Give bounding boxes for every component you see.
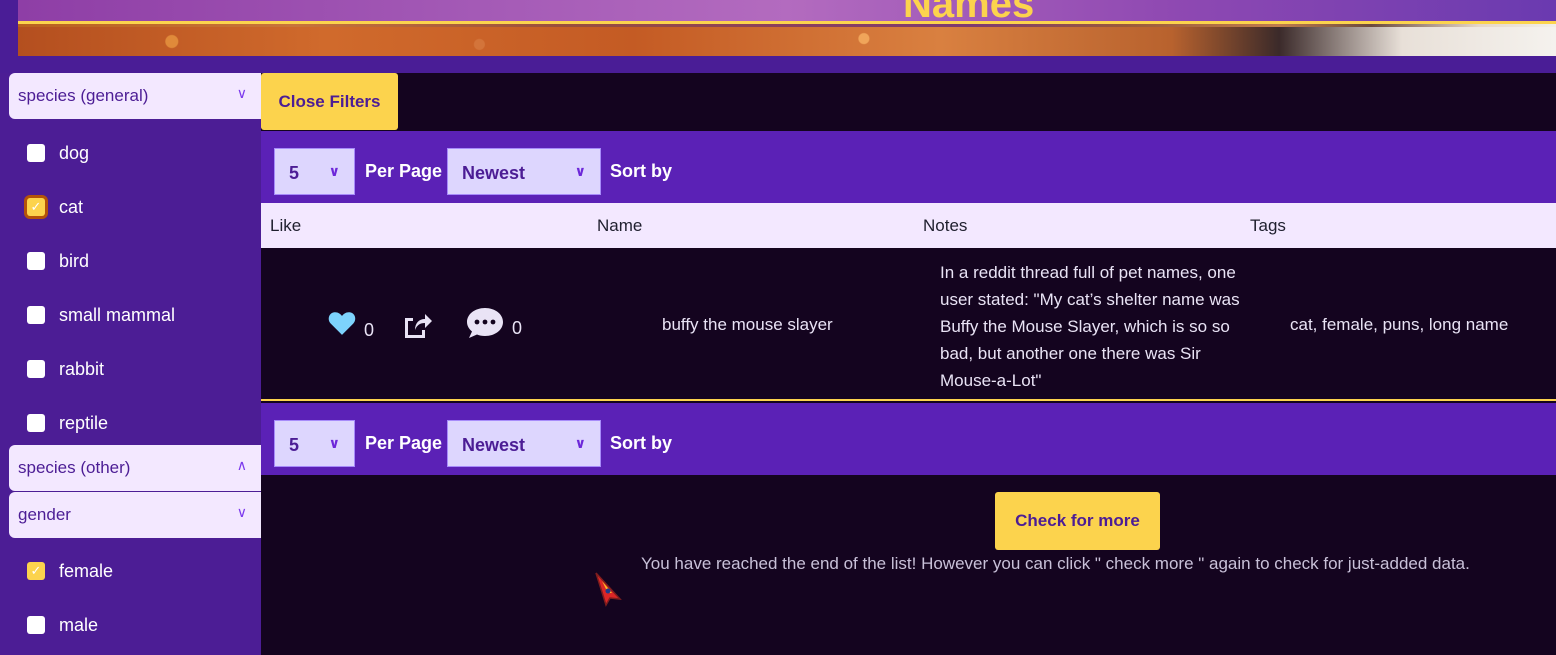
filter-female[interactable]: ✓ female xyxy=(27,556,113,586)
share-icon[interactable] xyxy=(401,310,433,340)
accordion-title: gender xyxy=(18,505,71,524)
checkbox-label: bird xyxy=(59,250,90,271)
table-header: Like Name Notes Tags xyxy=(261,203,1556,248)
filter-rabbit[interactable]: rabbit xyxy=(27,354,104,384)
check-for-more-button[interactable]: Check for more xyxy=(995,492,1160,550)
filters-sidebar: species (general) ∨ dog ✓ cat bird small… xyxy=(0,73,261,655)
chevron-up-icon: ∧ xyxy=(236,457,247,473)
main-content: Close Filters 5 ∨ Per Page Newest ∨ Sort… xyxy=(261,73,1556,655)
accordion-species-general[interactable]: species (general) ∨ xyxy=(9,73,261,119)
checkbox[interactable] xyxy=(27,414,45,432)
filter-bird[interactable]: bird xyxy=(27,246,89,276)
banner-image xyxy=(18,27,1556,56)
checkbox[interactable]: ✓ xyxy=(27,198,45,216)
pet-notes: In a reddit thread full of pet names, on… xyxy=(940,263,1240,390)
close-filters-button[interactable]: Close Filters xyxy=(261,73,398,130)
end-of-list-message: You have reached the end of the list! Ho… xyxy=(641,554,1470,573)
chevron-down-icon: ∨ xyxy=(574,435,586,451)
checkbox[interactable] xyxy=(27,306,45,324)
table-row: 0 0 buffy the mouse slayer In a reddit t… xyxy=(261,248,1556,401)
column-header-like: Like xyxy=(270,216,302,235)
page-title: Names xyxy=(903,0,1035,26)
checkbox[interactable]: ✓ xyxy=(27,562,45,580)
chevron-down-icon: ∨ xyxy=(574,163,586,179)
sort-label: Sort by xyxy=(610,161,673,181)
filter-reptile[interactable]: reptile xyxy=(27,408,108,438)
pagination-toolbar-top: 5 ∨ Per Page Newest ∨ Sort by xyxy=(261,131,1556,203)
heart-icon[interactable] xyxy=(327,310,357,336)
checkbox-label: small mammal xyxy=(59,304,176,325)
sort-select[interactable]: Newest ∨ xyxy=(447,148,601,195)
accordion-gender[interactable]: gender ∨ xyxy=(9,492,261,538)
sort-value: Newest xyxy=(462,163,526,183)
checkbox[interactable] xyxy=(27,360,45,378)
per-page-value: 5 xyxy=(289,163,300,183)
checkbox-label: male xyxy=(59,614,99,635)
per-page-select[interactable]: 5 ∨ xyxy=(274,420,355,467)
checkbox[interactable] xyxy=(27,616,45,634)
sort-value: Newest xyxy=(462,435,526,455)
pagination-toolbar-bottom: 5 ∨ Per Page Newest ∨ Sort by xyxy=(261,403,1556,475)
like-count: 0 xyxy=(364,320,375,340)
checkbox-label: female xyxy=(59,560,114,581)
checkbox-label: rabbit xyxy=(59,358,105,379)
column-header-notes: Notes xyxy=(923,216,968,235)
chevron-down-icon: ∨ xyxy=(328,163,340,179)
accordion-title: species (general) xyxy=(18,86,149,105)
comment-count: 0 xyxy=(512,318,523,338)
comment-icon[interactable] xyxy=(466,306,504,340)
chevron-down-icon: ∨ xyxy=(328,435,340,451)
cursor-icon xyxy=(595,572,622,607)
filter-male[interactable]: male xyxy=(27,610,98,640)
checkbox-label: dog xyxy=(59,142,90,163)
filter-cat[interactable]: ✓ cat xyxy=(27,192,83,222)
header-banner: Names xyxy=(18,0,1556,56)
banner-spacer xyxy=(0,56,1556,73)
chevron-down-icon: ∨ xyxy=(236,85,247,101)
accordion-species-other[interactable]: species (other) ∧ xyxy=(9,445,261,491)
sort-select[interactable]: Newest ∨ xyxy=(447,420,601,467)
sort-label: Sort by xyxy=(610,433,673,453)
accordion-title: species (other) xyxy=(18,458,131,477)
column-header-name: Name xyxy=(597,216,643,235)
checkbox[interactable] xyxy=(27,144,45,162)
per-page-select[interactable]: 5 ∨ xyxy=(274,148,355,195)
checkbox-label: reptile xyxy=(59,412,109,433)
per-page-value: 5 xyxy=(289,435,300,455)
banner-top-strip: Names xyxy=(18,0,1556,26)
pet-name: buffy the mouse slayer xyxy=(662,315,833,334)
per-page-label: Per Page xyxy=(365,161,443,181)
pet-tags: cat, female, puns, long name xyxy=(1290,315,1509,334)
filter-small-mammal[interactable]: small mammal xyxy=(27,300,175,330)
checkbox[interactable] xyxy=(27,252,45,270)
per-page-label: Per Page xyxy=(365,433,443,453)
checkbox-label: cat xyxy=(59,196,84,217)
chevron-down-icon: ∨ xyxy=(236,504,247,520)
column-header-tags: Tags xyxy=(1250,216,1286,235)
filter-dog[interactable]: dog xyxy=(27,138,89,168)
